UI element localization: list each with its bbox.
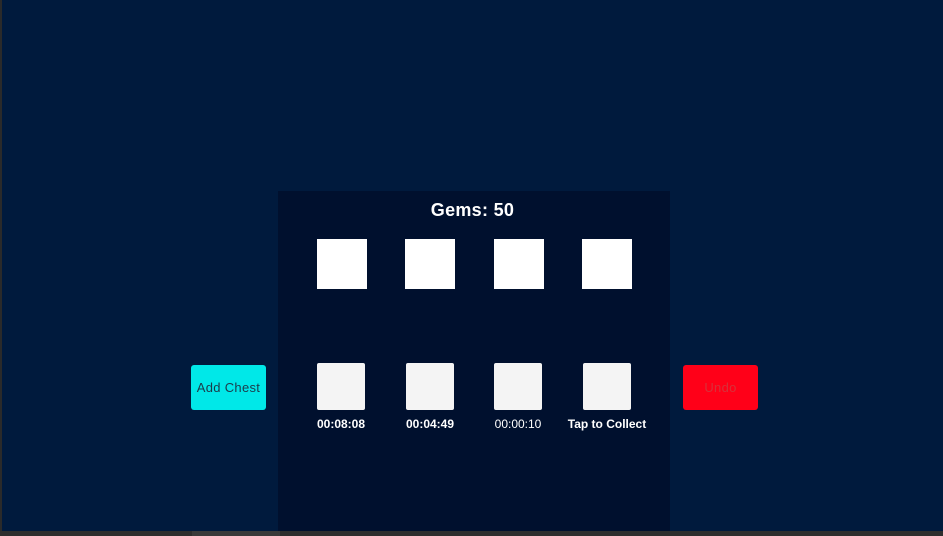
- chest-slot-4[interactable]: [583, 363, 631, 410]
- undo-button[interactable]: Undo: [683, 365, 758, 410]
- chest-slot-1[interactable]: [317, 363, 365, 410]
- chest-collect-label[interactable]: Tap to Collect: [552, 416, 662, 432]
- chest-slot-3[interactable]: [494, 363, 542, 410]
- bottom-bar-segment: [192, 531, 280, 536]
- bottom-bar: [0, 531, 943, 536]
- chest-slot-top-2[interactable]: [405, 239, 455, 289]
- chest-slot-top-4[interactable]: [582, 239, 632, 289]
- chest-slot-top-3[interactable]: [494, 239, 544, 289]
- gems-counter: Gems: 50: [430, 200, 515, 220]
- chest-slot-top-1[interactable]: [317, 239, 367, 289]
- add-chest-button[interactable]: Add Chest: [191, 365, 266, 410]
- chest-slot-2[interactable]: [406, 363, 454, 410]
- game-viewport: Gems: 50 00:08:08 00:04:49 00:00:10 Tap …: [2, 0, 943, 531]
